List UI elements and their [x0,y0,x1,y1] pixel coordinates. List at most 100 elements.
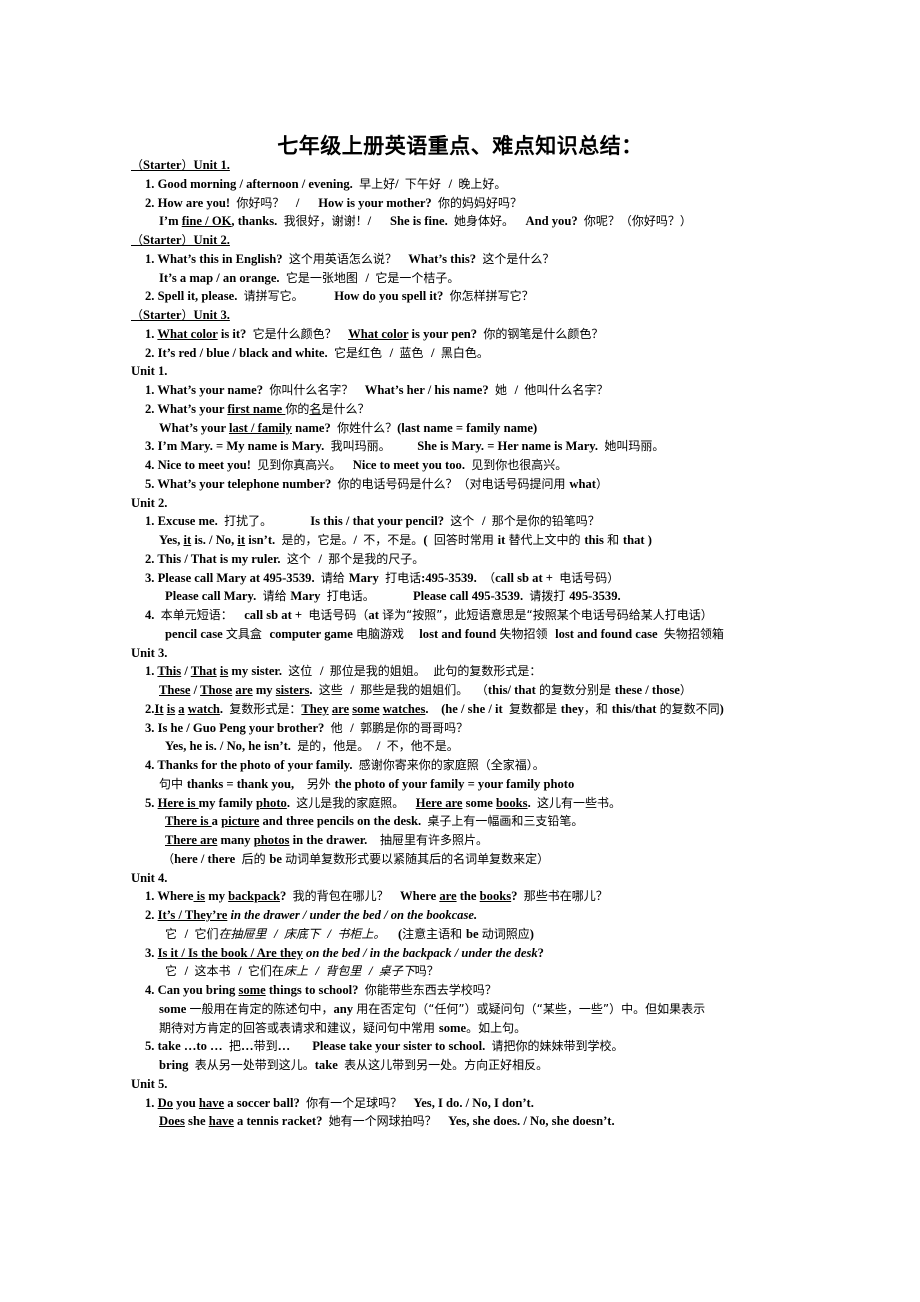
document-line: 4. Thanks for the photo of your family. … [131,756,811,775]
text-segment: Yes, [159,533,184,547]
document-line: 1. What’s your name? 你叫什么名字？ What’s her … [131,381,811,400]
underlined-text: There is [165,814,212,829]
underlined-text: last / family [228,420,292,435]
text-segment: a [211,814,222,829]
underlined-text: What color [348,326,409,341]
document-line: 2. How are you! 你好吗？ / How is your mothe… [131,194,811,213]
underlined-text: Does [159,1114,185,1129]
text-segment: some [462,795,497,810]
text-segment: Unit 1. [131,364,168,379]
document-line: pencil case 文具盒 computer game 电脑游戏 lost … [131,625,811,644]
underlined-text: backpack [228,889,280,904]
underlined-text: Here are [415,795,463,810]
underlined-text: （Starter）Unit 3. [131,308,230,322]
text-segment: is. / No, [191,533,238,547]
underlined-text: It [154,701,164,716]
italic-text: in the drawer / under the bed / on the b… [227,908,478,922]
document-body: （Starter）Unit 1. 1. Good morning / aftern… [131,156,811,1131]
text-segment: 期待对方肯定的回答或表请求和建议，疑问句中常用 some。如上句。 [159,1020,527,1035]
document-line: There is a picture and three pencils on … [131,812,811,831]
unit-heading: （Starter）Unit 3. [131,306,811,325]
text-segment: name? 你姓什么？(last name = family name) [291,420,538,435]
text-segment: and three pencils on the desk. 桌子上有一幅画和三… [259,814,584,829]
text-segment: It’s a map / an orange. 它是一张地图 / 它是一个桔子。 [159,270,460,285]
underlined-text: Is it / Is the book / Are they [157,945,303,960]
document-line: Yes, it is. / No, it isn’t. 是的，它是。/ 不，不是… [131,531,811,550]
document-line: Yes, he is. / No, he isn’t. 是的，他是。 / 不，他… [131,737,811,756]
text-segment: you [173,1095,199,1110]
document-line: 1. What color is it? 它是什么颜色？ What color … [131,325,811,344]
text-segment: in the drawer. 抽屉里有许多照片。 [289,833,488,847]
underlined-text: This [157,664,182,679]
text-segment: my [252,683,276,697]
text-segment: / [190,683,201,697]
text-segment: ? [537,945,544,960]
text-segment: 4. Can you bring [145,983,239,997]
text-segment: 1. Where [145,889,194,904]
underlined-text: are [331,701,350,716]
text-segment: 3. Please call Mary at 495-3539. 请给 Mary… [145,570,620,585]
underlined-text: That [190,664,217,679]
text-segment: 2. [145,908,158,922]
underlined-text: （Starter）Unit 1. [131,158,230,172]
document-line: 2. What’s your first name 你的名是什么？ [131,400,811,419]
underlined-text: photo [256,795,287,810]
document-line: 它 / 这本书 / 它们在床上 / 背包里 / 桌子下吗？ [131,962,811,981]
text-segment: some 一般用在肯定的陈述句中，any 用在否定句（“任何”）或疑问句（“某些… [159,1001,706,1016]
document-line: 4. 本单元短语： call sb at + 电话号码（at 译为“按照”，此短… [131,606,811,625]
document-line: 它 / 它们在抽屉里 / 床底下 / 书柜上。 (注意主语和 be 动词照应) [131,925,811,944]
underlined-text: 名 [309,401,322,416]
text-segment: 4. 本单元短语： call sb at + 电话号码（at 译为“按照”，此短… [145,608,713,622]
document-line: These / Those are my sisters. 这些 / 那些是我的… [131,681,811,700]
underlined-text: （Starter）Unit 2. [131,233,230,247]
document-line: 2.It is a watch. 复数形式是：They are some wat… [131,700,811,719]
italic-text: 在抽屉里 / 床底下 / 书柜上。 [218,926,386,941]
underlined-text: is [166,701,176,716]
underlined-text: They [301,701,329,716]
underlined-text: Do [157,1095,173,1110]
text-segment: / [181,664,191,679]
unit-heading: （Starter）Unit 2. [131,231,811,250]
unit-heading: （Starter）Unit 1. [131,156,811,175]
document-line: Please call Mary. 请给 Mary 打电话。 Please ca… [131,587,811,606]
text-segment: 5. [145,795,158,810]
text-segment: Unit 2. [131,495,168,510]
unit-heading: Unit 4. [131,869,811,888]
underlined-text: first name [227,401,286,416]
document-line: 4. Can you bring some things to school? … [131,981,811,1000]
document-line: 3. Please call Mary at 495-3539. 请给 Mary… [131,569,811,588]
document-line: Does she have a tennis racket? 她有一个网球拍吗？… [131,1112,811,1131]
underlined-text: Here is [157,795,199,810]
document-line: What’s your last / family name? 你姓什么？(la… [131,419,811,438]
text-segment: 5. take …to … 把…带到… Please take your sis… [145,1039,624,1054]
text-segment: 句中 thanks = thank you, 另外 the photo of y… [159,776,575,791]
underlined-text: picture [221,814,260,829]
document-line: 3. Is it / Is the book / Are they on the… [131,944,811,963]
text-segment: 2. What’s your [145,401,228,416]
underlined-text: have [208,1114,234,1129]
document-line: 5. What’s your telephone number? 你的电话号码是… [131,475,811,494]
document-line: 1. What’s this in English? 这个用英语怎么说？ Wha… [131,250,811,269]
text-segment: . 复数形式是： [219,701,302,716]
document-line: 2. It’s / They’re in the drawer / under … [131,906,811,925]
text-segment: . (he / she / it 复数都是 they，和 this/that 的… [425,701,724,716]
text-segment: 吗？ [414,964,439,979]
text-segment: 1. [145,1095,158,1110]
document-line: some 一般用在肯定的陈述句中，any 用在否定句（“任何”）或疑问句（“某些… [131,1000,811,1019]
underlined-text: fine / OK [181,214,232,229]
text-segment: 1. [145,664,158,679]
underlined-text: watches [382,701,426,716]
text-segment: Yes, he is. / No, he isn’t. 是的，他是。 / 不，他… [165,739,459,754]
text-segment: 1. Excuse me. 打扰了。 Is this / that your p… [145,514,600,529]
text-segment: my [205,889,229,904]
underlined-text: some [352,701,380,716]
unit-heading: Unit 1. [131,362,811,381]
text-segment: (注意主语和 be 动词照应) [385,926,534,941]
text-segment: 3. [145,945,158,960]
underlined-text: are [235,683,253,697]
underlined-text: photos [253,833,290,847]
text-segment: my family [198,795,257,810]
underlined-text: it [237,533,246,547]
document-line: 1. Where is my backpack? 我的背包在哪儿？ Where … [131,887,811,906]
text-segment: 1. What’s your name? 你叫什么名字？ What’s her … [145,383,609,397]
